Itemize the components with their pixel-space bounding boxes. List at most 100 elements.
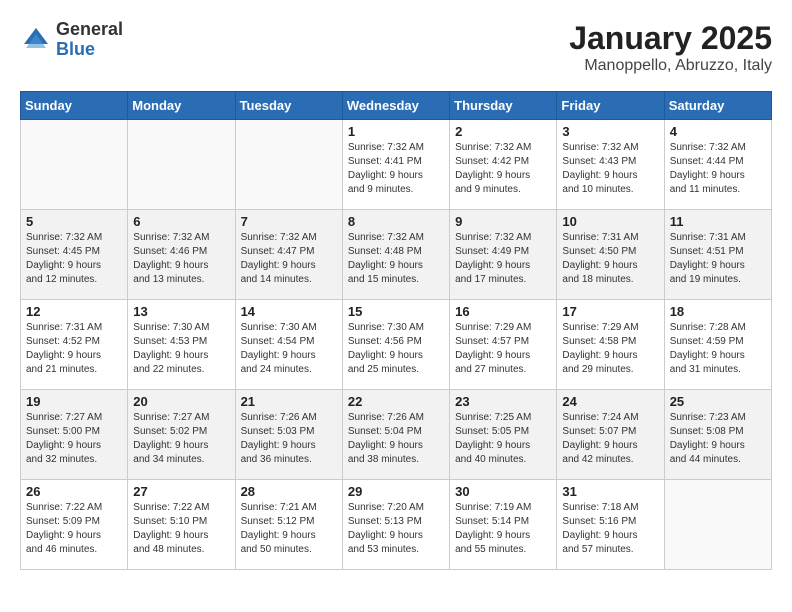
month-title: January 2025 xyxy=(569,20,772,57)
day-number: 6 xyxy=(133,214,229,229)
day-info: Sunrise: 7:30 AM Sunset: 4:56 PM Dayligh… xyxy=(348,321,444,377)
calendar-cell: 6Sunrise: 7:32 AM Sunset: 4:46 PM Daylig… xyxy=(128,210,235,300)
day-info: Sunrise: 7:27 AM Sunset: 5:00 PM Dayligh… xyxy=(26,411,122,467)
logo: General Blue xyxy=(20,20,123,60)
calendar-week-1: 1 Sunrise: 7:32 AM Sunset: 4:41 PM Daylig… xyxy=(21,120,772,210)
calendar-cell: 23 Sunrise: 7:25 AM Sunset: 5:05 PM Dayli… xyxy=(450,390,557,480)
day-info: Sunrise: 7:26 AM Sunset: 5:03 PM Dayligh… xyxy=(241,411,337,467)
calendar-cell: 24 Sunrise: 7:24 AM Sunset: 5:07 PM Dayli… xyxy=(557,390,664,480)
day-info: Sunrise: 7:21 AM Sunset: 5:12 PM Dayligh… xyxy=(241,501,337,557)
calendar-cell: 11 Sunrise: 7:31 AM Sunset: 4:51 PM Dayli… xyxy=(664,210,771,300)
weekday-header-wednesday: Wednesday xyxy=(342,92,449,120)
weekday-header-monday: Monday xyxy=(128,92,235,120)
day-number: 9 xyxy=(455,214,551,229)
day-info: Sunrise: 7:19 AM Sunset: 5:14 PM Dayligh… xyxy=(455,501,551,557)
day-number: 29 xyxy=(348,484,444,499)
calendar-cell: 25 Sunrise: 7:23 AM Sunset: 5:08 PM Dayli… xyxy=(664,390,771,480)
day-info: Sunrise: 7:31 AM Sunset: 4:52 PM Dayligh… xyxy=(26,321,122,377)
calendar-cell xyxy=(664,480,771,570)
day-info: Sunrise: 7:32 AM Sunset: 4:42 PM Dayligh… xyxy=(455,141,551,197)
day-info: Sunrise: 7:20 AM Sunset: 5:13 PM Dayligh… xyxy=(348,501,444,557)
calendar-cell: 17 Sunrise: 7:29 AM Sunset: 4:58 PM Dayli… xyxy=(557,300,664,390)
calendar-week-2: 5 Sunrise: 7:32 AM Sunset: 4:45 PM Daylig… xyxy=(21,210,772,300)
day-number: 24 xyxy=(562,394,658,409)
location-title: Manoppello, Abruzzo, Italy xyxy=(569,57,772,75)
calendar-body: 1 Sunrise: 7:32 AM Sunset: 4:41 PM Daylig… xyxy=(21,120,772,570)
day-number: 17 xyxy=(562,304,658,319)
weekday-header-tuesday: Tuesday xyxy=(235,92,342,120)
day-number: 4 xyxy=(670,124,766,139)
day-number: 13 xyxy=(133,304,229,319)
day-info: Sunrise: 7:29 AM Sunset: 4:57 PM Dayligh… xyxy=(455,321,551,377)
calendar-cell: 30Sunrise: 7:19 AM Sunset: 5:14 PM Dayli… xyxy=(450,480,557,570)
calendar-cell: 1 Sunrise: 7:32 AM Sunset: 4:41 PM Daylig… xyxy=(342,120,449,210)
logo-text: General Blue xyxy=(56,20,123,60)
day-number: 11 xyxy=(670,214,766,229)
day-number: 21 xyxy=(241,394,337,409)
day-number: 22 xyxy=(348,394,444,409)
day-number: 26 xyxy=(26,484,122,499)
calendar-cell: 7Sunrise: 7:32 AM Sunset: 4:47 PM Daylig… xyxy=(235,210,342,300)
day-number: 8 xyxy=(348,214,444,229)
calendar-week-4: 19 Sunrise: 7:27 AM Sunset: 5:00 PM Dayli… xyxy=(21,390,772,480)
day-info: Sunrise: 7:18 AM Sunset: 5:16 PM Dayligh… xyxy=(562,501,658,557)
day-number: 20 xyxy=(133,394,229,409)
day-number: 15 xyxy=(348,304,444,319)
day-number: 1 xyxy=(348,124,444,139)
day-number: 10 xyxy=(562,214,658,229)
calendar-cell: 9 Sunrise: 7:32 AM Sunset: 4:49 PM Daylig… xyxy=(450,210,557,300)
calendar-cell: 2Sunrise: 7:32 AM Sunset: 4:42 PM Daylig… xyxy=(450,120,557,210)
day-number: 5 xyxy=(26,214,122,229)
day-number: 28 xyxy=(241,484,337,499)
calendar-week-5: 26 Sunrise: 7:22 AM Sunset: 5:09 PM Dayli… xyxy=(21,480,772,570)
calendar-cell: 3Sunrise: 7:32 AM Sunset: 4:43 PM Daylig… xyxy=(557,120,664,210)
day-info: Sunrise: 7:32 AM Sunset: 4:49 PM Dayligh… xyxy=(455,231,551,287)
calendar-cell: 22Sunrise: 7:26 AM Sunset: 5:04 PM Dayli… xyxy=(342,390,449,480)
weekday-header-thursday: Thursday xyxy=(450,92,557,120)
day-number: 19 xyxy=(26,394,122,409)
day-number: 12 xyxy=(26,304,122,319)
calendar-cell: 28 Sunrise: 7:21 AM Sunset: 5:12 PM Dayli… xyxy=(235,480,342,570)
day-info: Sunrise: 7:29 AM Sunset: 4:58 PM Dayligh… xyxy=(562,321,658,377)
calendar-table: SundayMondayTuesdayWednesdayThursdayFrid… xyxy=(20,91,772,570)
calendar-cell: 19 Sunrise: 7:27 AM Sunset: 5:00 PM Dayli… xyxy=(21,390,128,480)
day-info: Sunrise: 7:32 AM Sunset: 4:45 PM Dayligh… xyxy=(26,231,122,287)
day-number: 16 xyxy=(455,304,551,319)
day-number: 23 xyxy=(455,394,551,409)
day-info: Sunrise: 7:32 AM Sunset: 4:41 PM Dayligh… xyxy=(348,141,444,197)
calendar-week-3: 12 Sunrise: 7:31 AM Sunset: 4:52 PM Dayli… xyxy=(21,300,772,390)
calendar-cell: 21 Sunrise: 7:26 AM Sunset: 5:03 PM Dayli… xyxy=(235,390,342,480)
day-info: Sunrise: 7:27 AM Sunset: 5:02 PM Dayligh… xyxy=(133,411,229,467)
day-info: Sunrise: 7:24 AM Sunset: 5:07 PM Dayligh… xyxy=(562,411,658,467)
title-block: January 2025 Manoppello, Abruzzo, Italy xyxy=(569,20,772,75)
day-info: Sunrise: 7:22 AM Sunset: 5:09 PM Dayligh… xyxy=(26,501,122,557)
day-info: Sunrise: 7:32 AM Sunset: 4:48 PM Dayligh… xyxy=(348,231,444,287)
calendar-cell: 31 Sunrise: 7:18 AM Sunset: 5:16 PM Dayli… xyxy=(557,480,664,570)
logo-blue-text: Blue xyxy=(56,40,123,60)
day-info: Sunrise: 7:30 AM Sunset: 4:54 PM Dayligh… xyxy=(241,321,337,377)
day-info: Sunrise: 7:22 AM Sunset: 5:10 PM Dayligh… xyxy=(133,501,229,557)
day-number: 25 xyxy=(670,394,766,409)
calendar-cell: 8 Sunrise: 7:32 AM Sunset: 4:48 PM Daylig… xyxy=(342,210,449,300)
calendar-cell xyxy=(21,120,128,210)
day-number: 3 xyxy=(562,124,658,139)
day-info: Sunrise: 7:31 AM Sunset: 4:50 PM Dayligh… xyxy=(562,231,658,287)
calendar-cell: 18Sunrise: 7:28 AM Sunset: 4:59 PM Dayli… xyxy=(664,300,771,390)
calendar-cell: 4 Sunrise: 7:32 AM Sunset: 4:44 PM Daylig… xyxy=(664,120,771,210)
day-number: 14 xyxy=(241,304,337,319)
calendar-cell: 12 Sunrise: 7:31 AM Sunset: 4:52 PM Dayli… xyxy=(21,300,128,390)
day-number: 18 xyxy=(670,304,766,319)
calendar-cell: 16 Sunrise: 7:29 AM Sunset: 4:57 PM Dayli… xyxy=(450,300,557,390)
day-info: Sunrise: 7:25 AM Sunset: 5:05 PM Dayligh… xyxy=(455,411,551,467)
calendar-cell: 26 Sunrise: 7:22 AM Sunset: 5:09 PM Dayli… xyxy=(21,480,128,570)
day-info: Sunrise: 7:31 AM Sunset: 4:51 PM Dayligh… xyxy=(670,231,766,287)
logo-icon xyxy=(20,24,52,56)
calendar-cell: 20 Sunrise: 7:27 AM Sunset: 5:02 PM Dayli… xyxy=(128,390,235,480)
day-number: 31 xyxy=(562,484,658,499)
day-info: Sunrise: 7:32 AM Sunset: 4:47 PM Dayligh… xyxy=(241,231,337,287)
calendar-cell: 5 Sunrise: 7:32 AM Sunset: 4:45 PM Daylig… xyxy=(21,210,128,300)
day-info: Sunrise: 7:23 AM Sunset: 5:08 PM Dayligh… xyxy=(670,411,766,467)
calendar-cell: 15 Sunrise: 7:30 AM Sunset: 4:56 PM Dayli… xyxy=(342,300,449,390)
day-info: Sunrise: 7:32 AM Sunset: 4:44 PM Dayligh… xyxy=(670,141,766,197)
day-info: Sunrise: 7:30 AM Sunset: 4:53 PM Dayligh… xyxy=(133,321,229,377)
